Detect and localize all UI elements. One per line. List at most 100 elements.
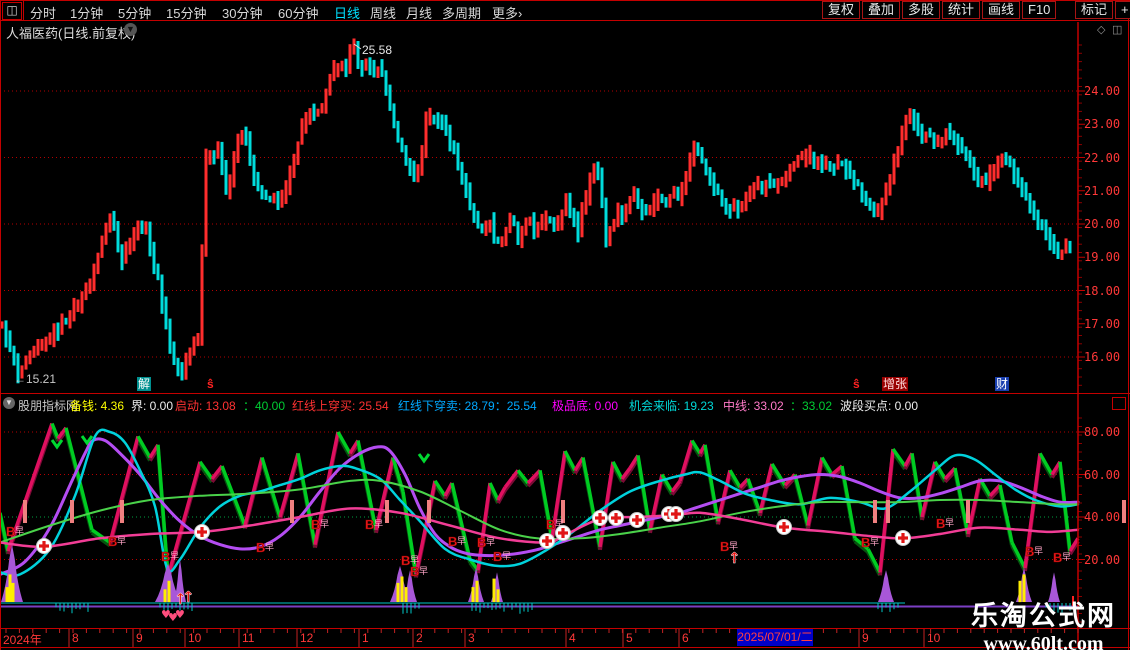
indicator-header-item-8: 机会来临: 19.23: [629, 397, 714, 414]
svg-text:早: 早: [374, 519, 383, 529]
svg-text:早: 早: [486, 537, 495, 547]
toolbar-item-4[interactable]: 30分钟: [222, 3, 262, 22]
plus-circle-marker: [37, 539, 52, 554]
toolbar-button-4[interactable]: 画线: [982, 1, 1020, 19]
x-axis-label-13: 10: [927, 631, 940, 645]
svg-text:B: B: [1053, 550, 1062, 565]
y-axis-label: 17.00: [1084, 317, 1120, 331]
svg-text:B: B: [6, 524, 15, 539]
toolbar-item-8[interactable]: 月线: [406, 3, 432, 22]
plus-circle-marker: [195, 525, 210, 540]
x-axis-label-8: 3: [468, 631, 475, 645]
toolbar-item-0[interactable]: 分时: [30, 3, 56, 22]
chart-canvas[interactable]: B早B早B早B早B早B早B早B早B早B早B早B早B早B早B早B早B早↑↑↑♥♥♥: [0, 0, 1130, 650]
svg-text:早: 早: [870, 537, 879, 547]
indicator-header: ▼ 股朋指标网备钱: 4.36界: 0.00启动: 13.08：40.00红线上…: [0, 395, 1130, 413]
plus-circle-marker: [896, 531, 911, 546]
indicator-header-item-1: 备钱: 4.36: [70, 397, 124, 414]
y-axis-label: 20.00: [1084, 217, 1120, 231]
toolbar-button-2[interactable]: 多股: [902, 1, 940, 19]
chevron-down-icon[interactable]: ▼: [124, 23, 137, 36]
x-axis-label-3: 10: [188, 631, 201, 645]
chevron-down-circle-icon[interactable]: ▼: [3, 397, 15, 409]
plus-circle-marker: [669, 507, 684, 522]
y-axis-label: 18.00: [1084, 284, 1120, 298]
ribbon-segment: [922, 462, 935, 517]
buy-badge: B早: [6, 524, 24, 539]
yellow-bar: [472, 587, 475, 602]
indicator-header-item-6: 红线下穿卖: 28.79：25.54: [398, 397, 537, 414]
x-axis-label-12: 9: [862, 631, 869, 645]
buy-badge: B早: [477, 535, 495, 550]
plus-circle-marker: [556, 526, 571, 541]
indicator-y-label: 80.00: [1084, 425, 1120, 439]
ribbon-segment: [1040, 453, 1052, 474]
svg-text:B: B: [448, 534, 457, 549]
ribbon-segment: [868, 549, 880, 572]
indicator-header-item-2: 界: 0.00: [131, 397, 173, 414]
green-down-arrow: [419, 454, 429, 461]
toolbar-button-0[interactable]: 复权: [822, 1, 860, 19]
ribbon-segment: [795, 475, 808, 526]
yellow-bar: [9, 574, 12, 602]
buy-badge: B早: [1025, 544, 1043, 559]
svg-text:早: 早: [320, 519, 329, 529]
title-row: 人福医药(日线.前复权) ▼ ◇ ◫: [0, 22, 1130, 40]
ribbon-segment: [1000, 485, 1012, 542]
window-split-icon[interactable]: ◫: [2, 2, 22, 20]
yellow-bar: [12, 583, 15, 602]
ribbon-segment: [138, 436, 150, 457]
svg-text:B: B: [493, 549, 502, 564]
svg-text:B: B: [311, 517, 320, 532]
buy-badge: B早: [311, 517, 329, 532]
toolbar-button-5[interactable]: F10: [1022, 1, 1056, 19]
toolbar-item-6[interactable]: 日线: [334, 3, 360, 22]
indicator-header-item-5: 红线上穿买: 25.54: [292, 397, 389, 414]
svg-text:早: 早: [170, 551, 179, 561]
panel-icon[interactable]: ◫: [1112, 23, 1122, 36]
toolbar-button-3[interactable]: 统计: [942, 1, 980, 19]
toolbar-item-2[interactable]: 5分钟: [118, 3, 151, 22]
svg-text:B: B: [410, 564, 419, 579]
indicator-header-item-0: 股朋指标网: [18, 397, 78, 414]
svg-text:早: 早: [1062, 552, 1071, 562]
buy-badge: B早: [1053, 550, 1071, 565]
svg-text:B: B: [477, 535, 486, 550]
toolbar-item-10[interactable]: 更多›: [492, 3, 522, 22]
svg-text:早: 早: [15, 526, 24, 536]
plus-circle-marker: [630, 513, 645, 528]
toolbar-item-5[interactable]: 60分钟: [278, 3, 318, 22]
indicator-corner-box[interactable]: [1112, 397, 1126, 410]
yellow-bar: [164, 589, 167, 602]
yellow-bar: [405, 587, 408, 602]
watermark-line2: www.60lt.com: [971, 633, 1116, 650]
toolbar-item-7[interactable]: 周线: [370, 3, 396, 22]
svg-text:早: 早: [945, 518, 954, 528]
toolbar-button-7[interactable]: +自选: [1115, 1, 1130, 19]
y-axis-label: 16.00: [1084, 350, 1120, 364]
ribbon-segment: [760, 464, 772, 513]
toolbar-item-1[interactable]: 1分钟: [70, 3, 103, 22]
ribbon-segment: [705, 445, 718, 522]
plus-circle-marker: [593, 511, 608, 526]
svg-text:早: 早: [1034, 546, 1043, 556]
watermark-line1: 乐淘公式网: [971, 594, 1116, 633]
toolbar-item-3[interactable]: 15分钟: [166, 3, 206, 22]
toolbar-button-6[interactable]: 标记: [1075, 1, 1113, 19]
event-badge-0: 解: [137, 377, 151, 391]
plus-circle-marker: [609, 511, 624, 526]
ribbon-segment: [338, 432, 350, 453]
buy-badge: B早: [936, 516, 954, 531]
trading-app-window: { "toolbar": { "window_icon": "window-sp…: [0, 0, 1130, 650]
axis-bottom-line: [0, 647, 1130, 648]
y-axis-label: 19.00: [1084, 250, 1120, 264]
toolbar-item-9[interactable]: 多周期: [442, 3, 481, 22]
svg-text:B: B: [1025, 544, 1034, 559]
yellow-bar: [397, 583, 400, 602]
x-axis-label-10: 5: [626, 631, 633, 645]
toolbar-button-1[interactable]: 叠加: [862, 1, 900, 19]
selected-date-box[interactable]: 2025/07/01/二: [737, 629, 813, 646]
x-axis-label-5: 12: [300, 631, 313, 645]
x-axis-label-0: 2024年: [3, 631, 42, 648]
diamond-icon[interactable]: ◇: [1097, 23, 1105, 36]
